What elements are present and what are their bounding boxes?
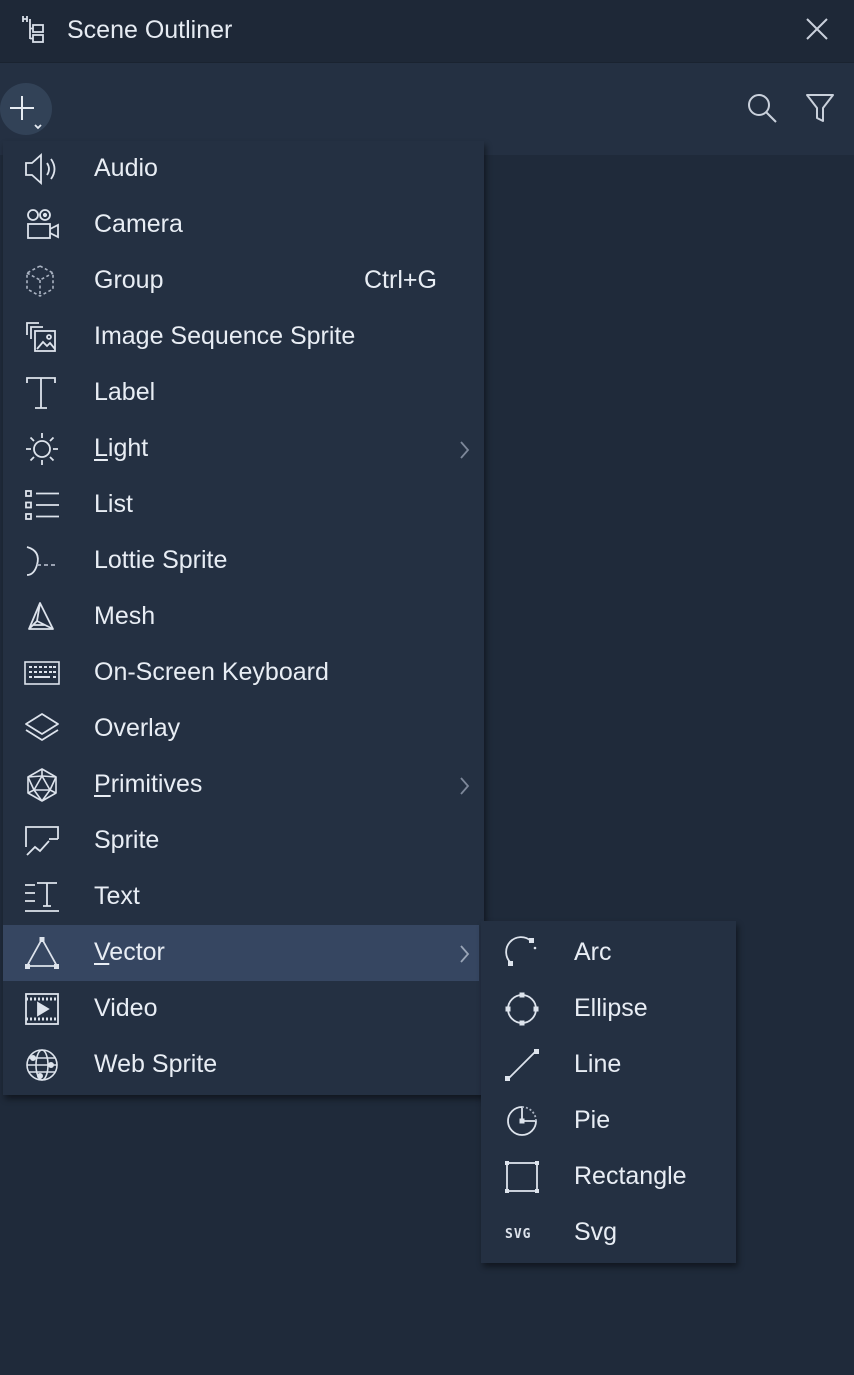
outliner-tree-icon	[20, 14, 48, 46]
submenu-item-pie[interactable]: Pie	[481, 1093, 736, 1149]
svg-text:SVG: SVG	[505, 1227, 531, 1242]
menu-item-label: Vector	[94, 938, 165, 966]
list-icon	[23, 487, 61, 523]
chevron-right-icon	[457, 943, 471, 965]
submenu-item-label: Line	[574, 1050, 622, 1078]
shortcut-label: Ctrl+G	[364, 266, 437, 294]
menu-item-label: Video	[94, 994, 158, 1022]
submenu-item-label: Rectangle	[574, 1162, 687, 1190]
menu-item-label: Audio	[94, 154, 158, 182]
title-bar: Scene Outliner	[0, 0, 854, 63]
menu-item-label: Label	[94, 378, 156, 406]
submenu-item-label: Svg	[574, 1218, 618, 1246]
primitives-icon	[23, 767, 61, 803]
menu-item-lottie-sprite[interactable]: Lottie Sprite	[3, 533, 479, 589]
menu-item-image-sequence-sprite[interactable]: Image Sequence Sprite	[3, 309, 479, 365]
vector-submenu: Arc Ellipse Line Pie Rectangle SVG Svg	[481, 921, 736, 1263]
menu-item-label: Group	[94, 266, 164, 294]
submenu-item-ellipse[interactable]: Ellipse	[481, 981, 736, 1037]
submenu-item-rectangle[interactable]: Rectangle	[481, 1149, 736, 1205]
web-sprite-icon	[23, 1047, 61, 1083]
window-title: Scene Outliner	[67, 16, 233, 44]
menu-item-mesh[interactable]: Mesh	[3, 589, 479, 645]
line-icon	[503, 1047, 541, 1083]
chevron-down-icon	[34, 124, 42, 130]
menu-item-label: Camera	[94, 210, 183, 238]
menu-item-camera[interactable]: Camera	[3, 197, 479, 253]
plus-icon	[10, 96, 34, 120]
menu-item-on-screen-keyboard[interactable]: On-Screen Keyboard	[3, 645, 479, 701]
light-icon	[23, 431, 61, 467]
menu-item-label: Lottie Sprite	[94, 546, 228, 574]
ellipse-icon	[503, 991, 541, 1027]
menu-item-label: Primitives	[94, 770, 203, 798]
submenu-item-label: Ellipse	[574, 994, 648, 1022]
menu-item-label: Mesh	[94, 602, 156, 630]
menu-item-text[interactable]: Text	[3, 869, 479, 925]
mesh-icon	[23, 599, 61, 635]
lottie-icon	[23, 543, 61, 579]
camera-icon	[23, 207, 61, 243]
menu-item-label: Image Sequence Sprite	[94, 322, 356, 350]
menu-item-label: Web Sprite	[94, 1050, 218, 1078]
add-node-menu: Audio Camera Group Ctrl+G Image Sequence…	[3, 141, 484, 1095]
overlay-icon	[23, 711, 61, 747]
add-node-button[interactable]	[0, 83, 52, 135]
menu-item-label-node[interactable]: Label	[3, 365, 479, 421]
menu-item-light[interactable]: Light	[3, 421, 479, 477]
submenu-item-label: Pie	[574, 1106, 611, 1134]
menu-item-label: Text	[94, 882, 140, 910]
svg-icon: SVG	[503, 1215, 541, 1251]
group-icon	[23, 263, 61, 299]
submenu-item-line[interactable]: Line	[481, 1037, 736, 1093]
search-icon[interactable]	[744, 90, 780, 126]
menu-item-label: Overlay	[94, 714, 181, 742]
menu-item-video[interactable]: Video	[3, 981, 479, 1037]
chevron-right-icon	[457, 439, 471, 461]
close-icon[interactable]	[802, 14, 832, 46]
keyboard-icon	[23, 655, 61, 691]
menu-item-label: Light	[94, 434, 149, 462]
menu-item-vector[interactable]: Vector	[3, 925, 479, 981]
menu-item-group[interactable]: Group Ctrl+G	[3, 253, 479, 309]
menu-item-audio[interactable]: Audio	[3, 141, 479, 197]
rectangle-icon	[503, 1159, 541, 1195]
menu-item-sprite[interactable]: Sprite	[3, 813, 479, 869]
text-icon	[23, 879, 61, 915]
menu-item-web-sprite[interactable]: Web Sprite	[3, 1037, 479, 1093]
menu-item-label: Sprite	[94, 826, 160, 854]
chevron-right-icon	[457, 775, 471, 797]
menu-item-label: List	[94, 490, 133, 518]
submenu-item-arc[interactable]: Arc	[481, 925, 736, 981]
menu-item-primitives[interactable]: Primitives	[3, 757, 479, 813]
vector-icon	[23, 935, 61, 971]
submenu-item-svg[interactable]: SVG Svg	[481, 1205, 736, 1261]
image-sequence-icon	[23, 319, 61, 355]
menu-item-label: On-Screen Keyboard	[94, 658, 329, 686]
audio-icon	[23, 151, 61, 187]
submenu-item-label: Arc	[574, 938, 612, 966]
pie-icon	[503, 1103, 541, 1139]
video-icon	[23, 991, 61, 1027]
label-icon	[23, 375, 61, 411]
menu-item-overlay[interactable]: Overlay	[3, 701, 479, 757]
filter-icon[interactable]	[802, 90, 838, 126]
arc-icon	[503, 935, 541, 971]
sprite-icon	[23, 823, 61, 859]
menu-item-list[interactable]: List	[3, 477, 479, 533]
